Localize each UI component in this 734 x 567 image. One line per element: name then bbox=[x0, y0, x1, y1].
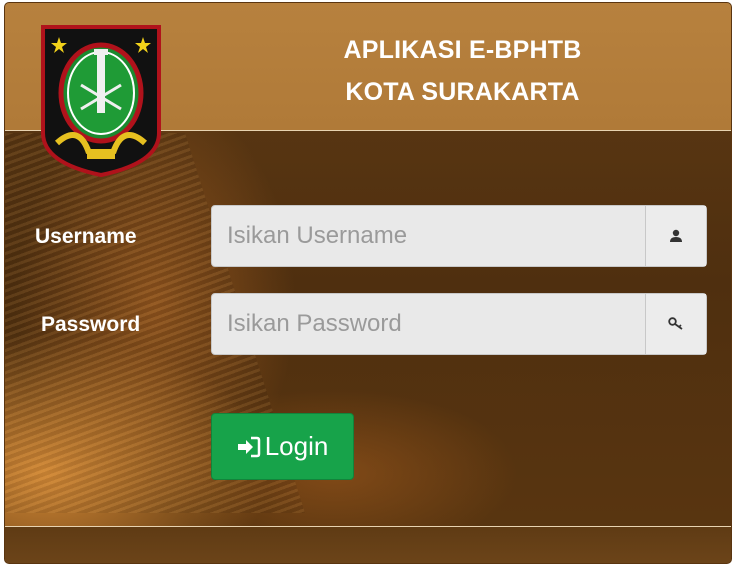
app-title: APLIKASI E-BPHTB bbox=[343, 36, 582, 64]
username-input[interactable] bbox=[212, 206, 648, 266]
user-icon bbox=[670, 229, 682, 242]
username-label: Username bbox=[35, 225, 137, 248]
city-title: KOTA SURAKARTA bbox=[345, 78, 580, 106]
password-addon bbox=[645, 294, 706, 354]
city-emblem-logo bbox=[41, 25, 161, 178]
password-field-group bbox=[211, 293, 707, 355]
login-panel: APLIKASI E-BPHTB KOTA SURAKARTA Username… bbox=[4, 2, 732, 564]
password-label: Password bbox=[41, 313, 141, 336]
login-button[interactable]: Login bbox=[211, 413, 354, 480]
username-field-group bbox=[211, 205, 707, 267]
password-input[interactable] bbox=[212, 294, 648, 354]
login-button-label: Login bbox=[264, 431, 329, 461]
key-icon bbox=[668, 317, 683, 330]
username-addon bbox=[645, 206, 706, 266]
panel-footer bbox=[5, 526, 731, 563]
sign-in-icon bbox=[237, 436, 260, 457]
